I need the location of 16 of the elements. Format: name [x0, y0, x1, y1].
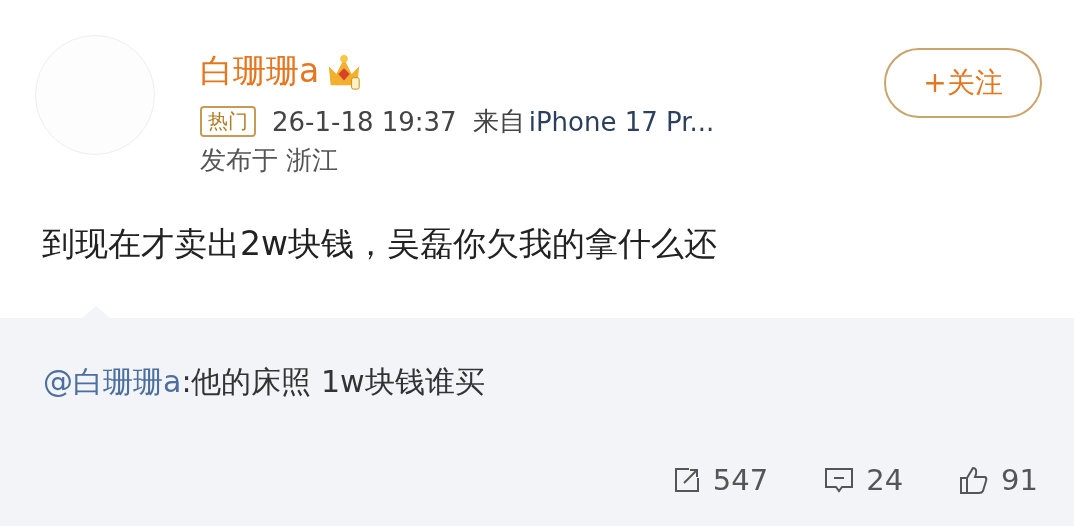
mention-link[interactable]: @白珊珊a [43, 364, 182, 399]
user-name[interactable]: 白珊珊a [200, 49, 320, 94]
thumbs-up-icon[interactable] [959, 465, 990, 495]
post-time: 26-1-18 19:37 [272, 106, 457, 137]
post-location: 发布于 浙江 [200, 144, 340, 177]
hot-badge: 热门 [200, 106, 256, 137]
repost-text: @白珊珊a:他的床照 1w块钱谁买 [43, 363, 486, 401]
follow-button[interactable]: +关注 [884, 48, 1042, 118]
source-label: 来自 [472, 105, 525, 138]
share-icon[interactable] [672, 466, 701, 494]
action-count: 91 [1001, 463, 1038, 497]
comment-icon[interactable] [824, 466, 855, 494]
source-device: iPhone 17 Pr... [528, 106, 715, 137]
action-count: 547 [712, 463, 769, 497]
post-text: 到现在才卖出2w块钱，吴磊你欠我的拿什么还 [42, 223, 718, 265]
action-count: 24 [866, 463, 904, 497]
